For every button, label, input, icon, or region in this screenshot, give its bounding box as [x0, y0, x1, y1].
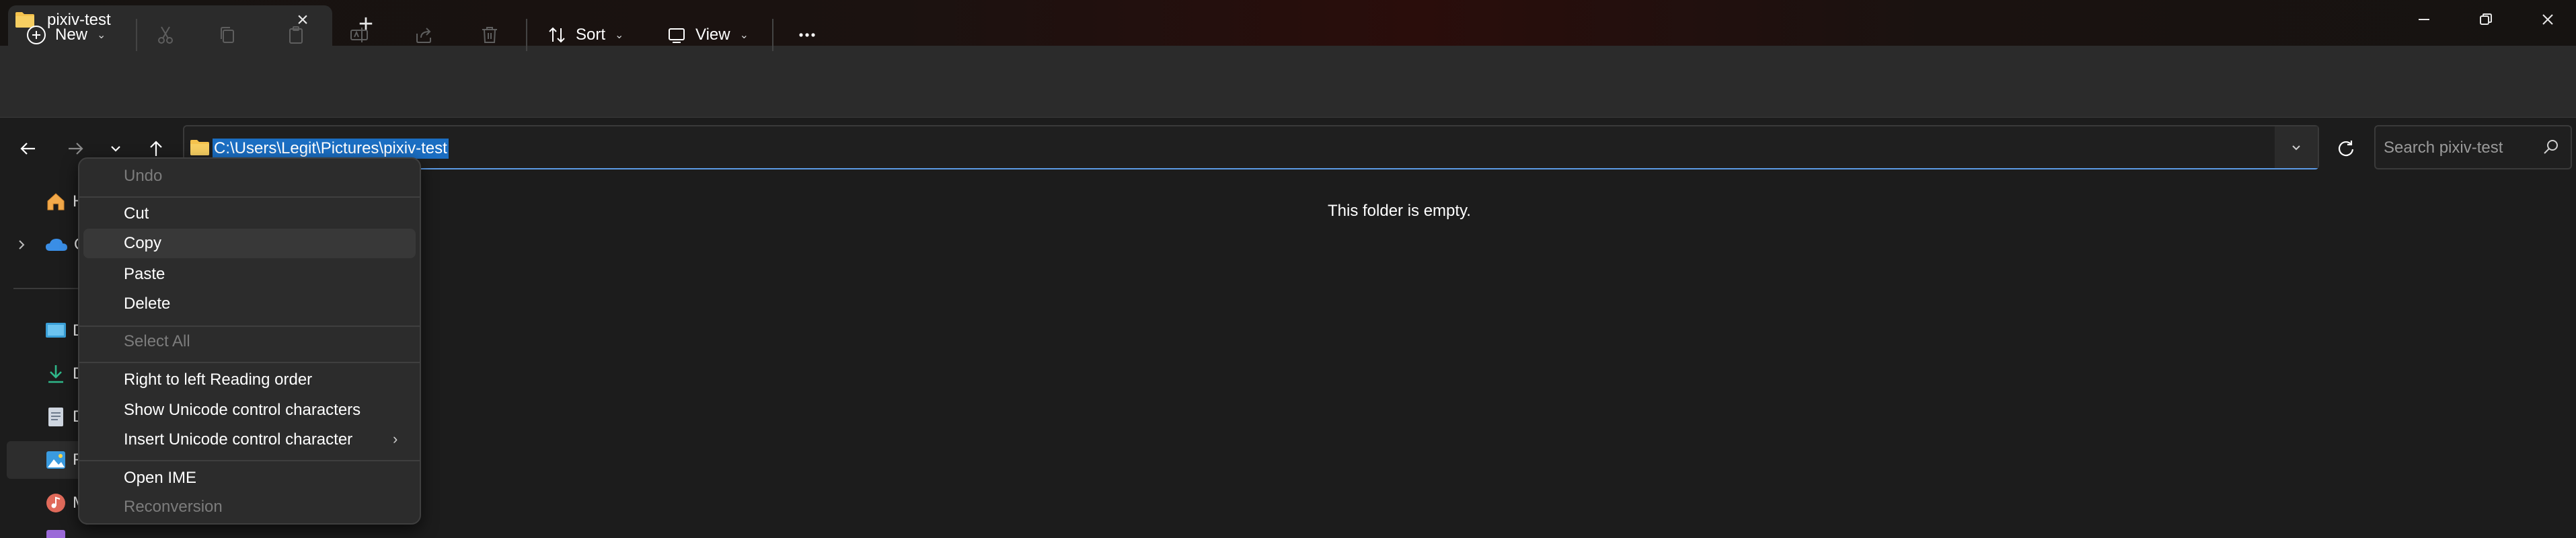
share-button[interactable] — [413, 15, 440, 55]
menu-item-undo[interactable]: Undo — [83, 161, 416, 191]
search-icon[interactable] — [2541, 137, 2561, 157]
restore-button[interactable] — [2455, 0, 2517, 39]
menu-item-rtl-reading-order[interactable]: Right to left Reading order — [83, 365, 416, 395]
more-icon — [799, 33, 815, 37]
chevron-down-icon — [111, 146, 120, 152]
sidebar-item-next[interactable] — [7, 527, 93, 538]
view-icon — [669, 28, 685, 43]
menu-separator — [79, 362, 420, 363]
minimize-button[interactable] — [2393, 0, 2455, 39]
new-button[interactable]: New ⌄ — [26, 15, 117, 55]
cut-button[interactable] — [155, 15, 182, 55]
copy-button[interactable] — [217, 15, 243, 55]
chevron-down-icon: ⌄ — [615, 30, 624, 41]
address-history-button[interactable] — [2275, 126, 2318, 168]
menu-item-select-all[interactable]: Select All — [83, 327, 416, 356]
sort-icon — [549, 27, 565, 43]
home-icon — [47, 193, 65, 210]
command-bar — [0, 46, 2576, 118]
downloads-icon — [48, 365, 63, 383]
clipboard-icon — [289, 26, 303, 44]
search-placeholder: Search pixiv-test — [2384, 139, 2503, 157]
sort-button-label: Sort — [576, 26, 606, 44]
folder-icon — [190, 140, 209, 155]
empty-folder-message: This folder is empty. — [1328, 202, 1471, 220]
restore-icon — [2480, 13, 2492, 25]
menu-item-delete[interactable]: Delete — [83, 289, 416, 319]
arrow-left-icon — [20, 143, 35, 155]
title-bar — [0, 0, 2576, 46]
rename-icon — [350, 28, 368, 42]
view-button[interactable]: View ⌄ — [666, 15, 753, 55]
see-more-button[interactable] — [791, 15, 823, 55]
chevron-down-icon — [2292, 145, 2300, 151]
pictures-icon — [46, 451, 65, 469]
chevron-right-icon: › — [393, 430, 398, 447]
delete-button[interactable] — [479, 15, 506, 55]
rename-button[interactable] — [348, 15, 375, 55]
plus-circle-icon — [27, 26, 46, 44]
arrow-right-icon — [69, 143, 83, 155]
close-icon — [2542, 14, 2553, 25]
chevron-right-icon — [19, 240, 25, 249]
menu-item-cut[interactable]: Cut — [83, 199, 416, 229]
documents-icon — [48, 408, 63, 426]
menu-item-open-ime[interactable]: Open IME — [83, 463, 416, 493]
share-icon — [416, 28, 431, 43]
refresh-button[interactable] — [2326, 128, 2366, 168]
chevron-down-icon: ⌄ — [739, 30, 749, 41]
desktop-icon — [46, 323, 66, 338]
close-window-button[interactable] — [2517, 0, 2576, 39]
minimize-icon — [2419, 19, 2429, 20]
menu-item-copy[interactable]: Copy — [83, 229, 416, 258]
menu-item-insert-unicode[interactable]: Insert Unicode control character — [83, 425, 416, 455]
view-button-label: View — [695, 26, 730, 44]
scissors-icon — [158, 26, 173, 44]
arrow-up-icon — [150, 141, 162, 156]
refresh-icon — [2338, 141, 2354, 157]
menu-item-reconversion[interactable]: Reconversion — [83, 492, 416, 522]
menu-separator — [79, 196, 420, 198]
new-button-label: New — [55, 26, 88, 44]
toolbar-divider — [136, 19, 137, 51]
toolbar-divider — [772, 19, 773, 51]
menu-separator — [79, 460, 420, 461]
address-bar[interactable] — [183, 125, 2319, 169]
menu-item-show-unicode[interactable]: Show Unicode control characters — [83, 395, 416, 425]
music-icon — [46, 494, 65, 512]
chevron-down-icon: ⌄ — [97, 30, 106, 41]
back-button[interactable] — [9, 130, 47, 167]
onedrive-icon — [46, 239, 67, 251]
paste-button[interactable] — [285, 15, 312, 55]
address-path[interactable]: C:\Users\Legit\Pictures\pixiv-test — [213, 139, 449, 159]
trash-icon — [482, 27, 497, 43]
sort-button[interactable]: Sort ⌄ — [546, 15, 632, 55]
menu-item-paste[interactable]: Paste — [83, 260, 416, 289]
videos-icon — [46, 530, 65, 538]
toolbar-divider — [526, 19, 527, 51]
copy-icon — [221, 27, 234, 43]
